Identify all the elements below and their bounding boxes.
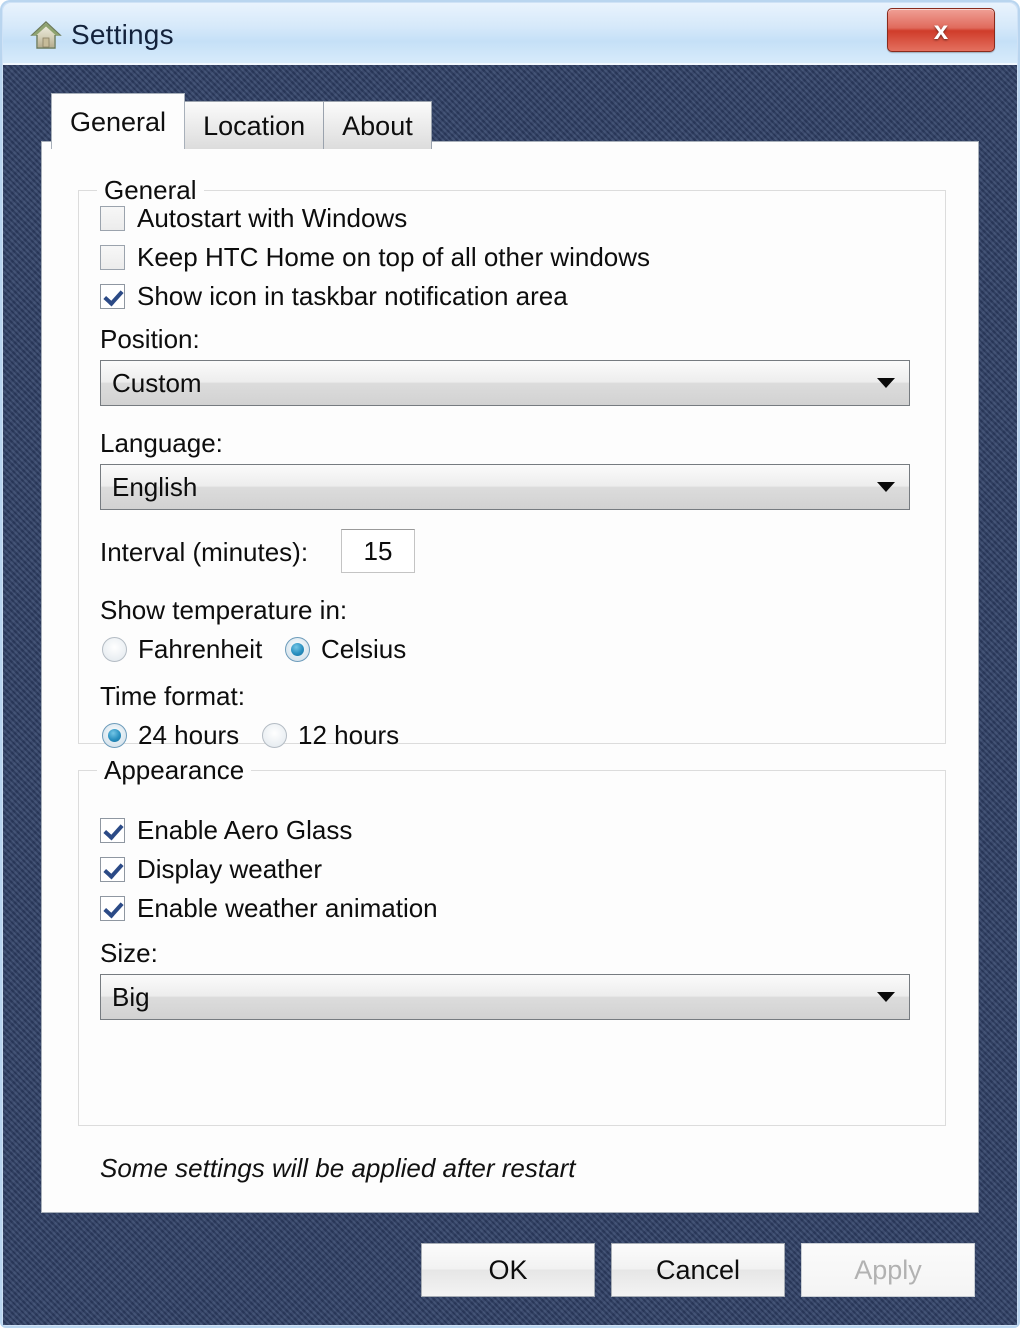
size-label: Size: [100, 938, 158, 968]
size-dropdown[interactable]: Big [100, 974, 910, 1020]
interval-label-row: Interval (minutes): [100, 536, 308, 568]
checkbox-enable-aero-glass[interactable]: Enable Aero Glass [100, 814, 352, 846]
checkbox-box-unchecked-icon [100, 244, 125, 270]
tab-general-label: General [70, 107, 167, 137]
position-label-row: Position: [100, 323, 200, 355]
language-label-row: Language: [100, 427, 223, 459]
checkbox-enable-aero-glass-label: Enable Aero Glass [137, 815, 353, 845]
time-format-label: Time format: [100, 681, 245, 711]
language-label: Language: [100, 428, 223, 458]
radio-fahrenheit-label: Fahrenheit [138, 634, 263, 664]
temperature-label: Show temperature in: [100, 595, 348, 625]
checkbox-autostart-with-windows[interactable]: Autostart with Windows [100, 202, 407, 234]
radio-12-hours[interactable]: 12 hours [262, 719, 399, 751]
tab-page-general: General Autostart with Windows Keep HTC … [41, 141, 979, 1213]
interval-value: 15 [363, 536, 393, 566]
dialog-client-area: General Location About General Autostart… [3, 65, 1017, 1325]
radio-fahrenheit[interactable]: Fahrenheit [102, 633, 262, 665]
chevron-down-icon [877, 992, 895, 1002]
cancel-button[interactable]: Cancel [611, 1243, 785, 1297]
radio-unselected-icon [262, 722, 287, 748]
interval-label: Interval (minutes): [100, 537, 309, 567]
size-value: Big [112, 982, 150, 1012]
radio-24-hours-label: 24 hours [138, 720, 240, 750]
checkbox-box-checked-icon [100, 856, 125, 882]
cancel-button-label: Cancel [655, 1254, 741, 1285]
radio-selected-icon [102, 722, 127, 748]
position-value: Custom [112, 368, 202, 398]
checkbox-keep-on-top-label: Keep HTC Home on top of all other window… [137, 242, 651, 272]
time-format-label-row: Time format: [100, 680, 245, 712]
tab-location-label: Location [203, 111, 306, 141]
close-button[interactable]: x [887, 8, 995, 52]
checkbox-keep-on-top[interactable]: Keep HTC Home on top of all other window… [100, 241, 650, 273]
checkbox-display-weather[interactable]: Display weather [100, 853, 322, 885]
position-label: Position: [100, 324, 200, 354]
radio-selected-icon [285, 636, 310, 662]
checkbox-box-checked-icon [100, 283, 125, 309]
checkbox-box-checked-icon [100, 817, 125, 843]
tab-strip: General Location About [51, 93, 432, 149]
window-title: Settings [71, 19, 174, 50]
size-label-row: Size: [100, 937, 158, 969]
chevron-down-icon [877, 482, 895, 492]
checkbox-box-unchecked-icon [100, 205, 125, 231]
restart-note: Some settings will be applied after rest… [100, 1153, 576, 1183]
chevron-down-icon [877, 378, 895, 388]
checkbox-show-tray-icon[interactable]: Show icon in taskbar notification area [100, 280, 568, 312]
checkbox-show-tray-icon-label: Show icon in taskbar notification area [137, 281, 568, 311]
checkbox-autostart-label: Autostart with Windows [137, 203, 408, 233]
checkbox-enable-weather-animation[interactable]: Enable weather animation [100, 892, 438, 924]
language-value: English [112, 472, 198, 502]
interval-input[interactable]: 15 [341, 529, 415, 573]
tab-about[interactable]: About [323, 101, 432, 149]
close-icon: x [933, 14, 949, 45]
tab-location[interactable]: Location [184, 101, 325, 149]
checkbox-box-checked-icon [100, 895, 125, 921]
radio-unselected-icon [102, 636, 127, 662]
radio-12-hours-label: 12 hours [298, 720, 400, 750]
radio-celsius[interactable]: Celsius [285, 633, 406, 665]
checkbox-display-weather-label: Display weather [137, 854, 322, 884]
ok-button-label: OK [488, 1254, 528, 1285]
settings-window: Settings x General Location About Genera… [0, 0, 1020, 1328]
title-bar: Settings x [3, 3, 1017, 65]
apply-button-label: Apply [854, 1254, 922, 1285]
tab-about-label: About [342, 111, 413, 141]
radio-24-hours[interactable]: 24 hours [102, 719, 239, 751]
language-dropdown[interactable]: English [100, 464, 910, 510]
home-icon [30, 19, 62, 51]
apply-button: Apply [801, 1243, 975, 1297]
position-dropdown[interactable]: Custom [100, 360, 910, 406]
ok-button[interactable]: OK [421, 1243, 595, 1297]
tab-general[interactable]: General [51, 93, 186, 149]
checkbox-weather-animation-label: Enable weather animation [137, 893, 438, 923]
radio-celsius-label: Celsius [321, 634, 407, 664]
group-appearance-legend: Appearance [97, 754, 252, 786]
temperature-label-row: Show temperature in: [100, 594, 347, 626]
